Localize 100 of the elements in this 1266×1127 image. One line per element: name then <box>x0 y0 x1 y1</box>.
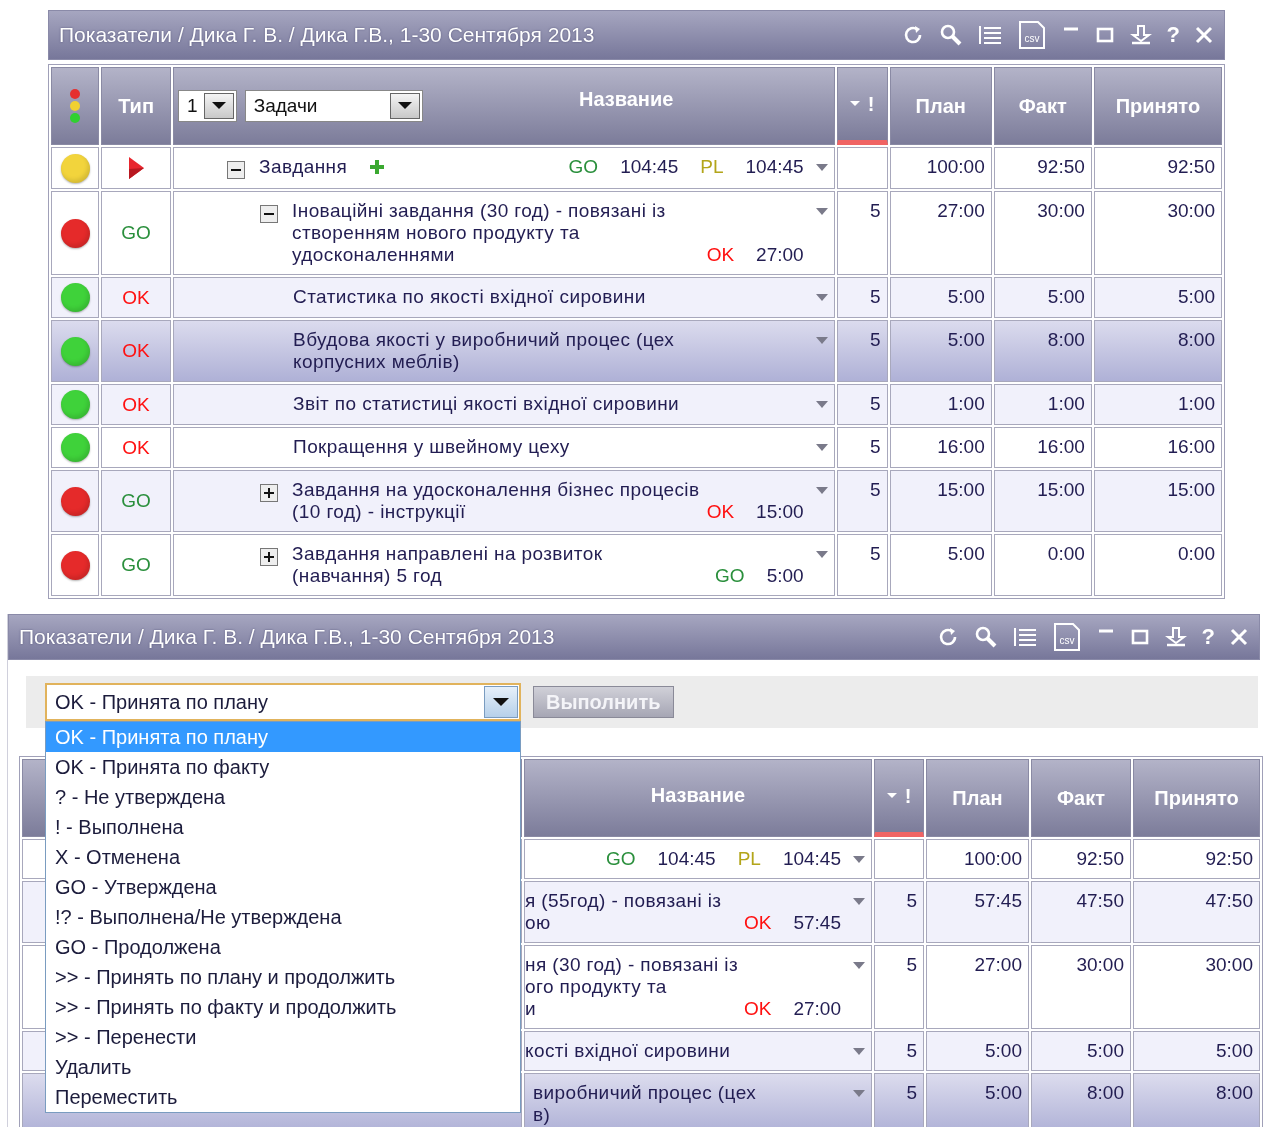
maximize-icon[interactable] <box>1129 627 1150 647</box>
task-name: (10 год) - інструкції <box>292 501 466 523</box>
fact-hours: 15:00 <box>993 470 1092 532</box>
caret-icon[interactable] <box>853 898 865 906</box>
caret-icon[interactable] <box>815 401 828 409</box>
sort-caret-icon[interactable] <box>886 793 897 799</box>
plan-hours: 15:00 <box>889 470 992 532</box>
list-icon[interactable] <box>976 24 1003 46</box>
caret-icon[interactable] <box>815 164 828 172</box>
time-value: 15:00 <box>756 501 804 523</box>
accepted-hours: 1:00 <box>1093 384 1222 425</box>
fact-hours: 30:00 <box>1031 945 1131 1029</box>
caret-icon[interactable] <box>815 337 828 345</box>
close-icon[interactable] <box>1194 25 1214 45</box>
fact-hours: 92:50 <box>993 147 1092 189</box>
expand-icon[interactable] <box>260 548 279 566</box>
time-value: 27:00 <box>793 998 841 1020</box>
caret-icon[interactable] <box>853 1048 865 1056</box>
accepted-hours: 5:00 <box>1093 277 1222 318</box>
close-icon[interactable] <box>1229 627 1249 647</box>
type-code: GO <box>121 490 151 511</box>
search-icon[interactable] <box>938 23 963 47</box>
caret-icon[interactable] <box>815 487 828 495</box>
type-code: GO <box>121 222 151 243</box>
task-name: Завдання направлені на розвиток <box>292 543 603 565</box>
caret-icon[interactable] <box>815 551 828 559</box>
dropdown-arrow-icon[interactable] <box>493 697 509 707</box>
window-title: Показатели / Дика Г. В. / Дика Г.В., 1-30 Сентября 2013 <box>59 22 596 49</box>
dropdown-option[interactable]: !? - Выполнена/Не утверждена <box>46 902 520 932</box>
status-code: OK <box>744 998 772 1020</box>
plan-hours: 57:45 <box>926 881 1029 943</box>
time-value: 57:45 <box>793 912 841 934</box>
dropdown-option[interactable]: GO - Продолжена <box>46 932 520 962</box>
list-icon[interactable] <box>1011 626 1038 648</box>
dropdown-option[interactable]: >> - Принять по плану и продолжить <box>46 962 520 992</box>
type-code: GO <box>121 554 151 575</box>
dropdown-option[interactable]: ! - Выполнена <box>46 812 520 842</box>
priority-value: 5 <box>836 277 888 318</box>
dropdown-arrow-icon[interactable] <box>397 102 412 110</box>
dropdown-option[interactable]: >> - Перенести <box>46 1022 520 1052</box>
table-row[interactable]: OK Статистика по якості вхідної сировини 5 5:00 5:00 5:00 <box>51 277 1222 318</box>
level-select[interactable]: 1 <box>178 90 237 122</box>
flag-label: ! <box>904 784 912 809</box>
expand-icon[interactable] <box>260 484 279 502</box>
fact-hours: 8:00 <box>1031 1073 1131 1127</box>
fact-hours: 5:00 <box>1031 1031 1131 1071</box>
caret-icon[interactable] <box>815 208 828 216</box>
priority-value: 5 <box>874 881 924 943</box>
task-name: ого продукту та <box>525 976 667 998</box>
task-name: Завдання на удосконалення бізнес процесів <box>292 479 700 501</box>
dropdown-option[interactable]: >> - Принять по факту и продолжить <box>46 992 520 1022</box>
maximize-icon[interactable] <box>1094 25 1115 45</box>
priority-value: 5 <box>874 945 924 1029</box>
plan-hours: 1:00 <box>889 384 992 425</box>
dropdown-option[interactable]: Удалить <box>46 1052 520 1082</box>
status-code: OK <box>706 501 735 523</box>
add-icon[interactable] <box>369 159 386 175</box>
priority-value: 5 <box>874 1073 924 1127</box>
collapse-icon[interactable] <box>227 161 246 179</box>
accepted-hours: 92:50 <box>1133 839 1260 879</box>
group-select[interactable]: Задачи <box>244 90 423 122</box>
table-row[interactable]: OK Вбудова якості у виробничий процес (цех корпусних меблів) 5 5:00 8:00 8:00 <box>51 320 1222 382</box>
task-name: корпусних меблів) <box>293 351 460 373</box>
fact-hours: 8:00 <box>993 320 1092 382</box>
plan-hours: 16:00 <box>889 427 992 468</box>
action-select[interactable]: OK - Принята по плану <box>45 683 521 721</box>
sort-caret-icon[interactable] <box>849 101 860 107</box>
time-value: 104:45 <box>745 156 804 178</box>
priority-value: 5 <box>836 384 888 425</box>
status-code: GO <box>715 565 745 587</box>
caret-icon[interactable] <box>853 856 865 864</box>
priority-value: 5 <box>836 427 888 468</box>
dropdown-option[interactable]: GO - Утверждена <box>46 872 520 902</box>
plan-hours: 5:00 <box>889 320 992 382</box>
fact-hours: 1:00 <box>993 384 1092 425</box>
task-name: Звіт по статистиці якості вхідної сировини <box>293 393 680 415</box>
triangle-marker-icon[interactable] <box>127 156 146 180</box>
print-icon[interactable] <box>1128 23 1153 47</box>
plan-hours: 27:00 <box>889 191 992 275</box>
caret-icon[interactable] <box>853 962 865 970</box>
task-name: виробничий процес (цех <box>532 1082 757 1104</box>
search-icon[interactable] <box>973 625 998 649</box>
caret-icon[interactable] <box>853 1090 865 1098</box>
dropdown-option[interactable]: ? - Не утверждена <box>46 782 520 812</box>
caret-icon[interactable] <box>815 444 828 452</box>
table-row[interactable]: GO Завдання на удосконалення бізнес процесів (10 год) - інструкції OK 15:00 5 15:00 15:00 15:00 <box>51 470 1222 532</box>
table-row[interactable]: OK Звіт по статистиці якості вхідної сировини 5 1:00 1:00 1:00 <box>51 384 1222 425</box>
fact-hours: 16:00 <box>993 427 1092 468</box>
priority-value: 5 <box>836 470 888 532</box>
caret-icon[interactable] <box>815 294 828 302</box>
dropdown-arrow-icon[interactable] <box>211 102 226 110</box>
print-icon[interactable] <box>1163 625 1188 649</box>
accepted-hours: 47:50 <box>1133 881 1260 943</box>
task-name: Іноваційні завдання (30 год) - повязані із <box>292 200 666 222</box>
accepted-hours: 15:00 <box>1093 470 1222 532</box>
plan-hours: 27:00 <box>926 945 1029 1029</box>
collapse-icon[interactable] <box>260 205 279 223</box>
task-name: и <box>525 998 536 1020</box>
fact-hours: 0:00 <box>993 534 1092 596</box>
dropdown-option[interactable]: OK - Принята по факту <box>46 752 520 782</box>
